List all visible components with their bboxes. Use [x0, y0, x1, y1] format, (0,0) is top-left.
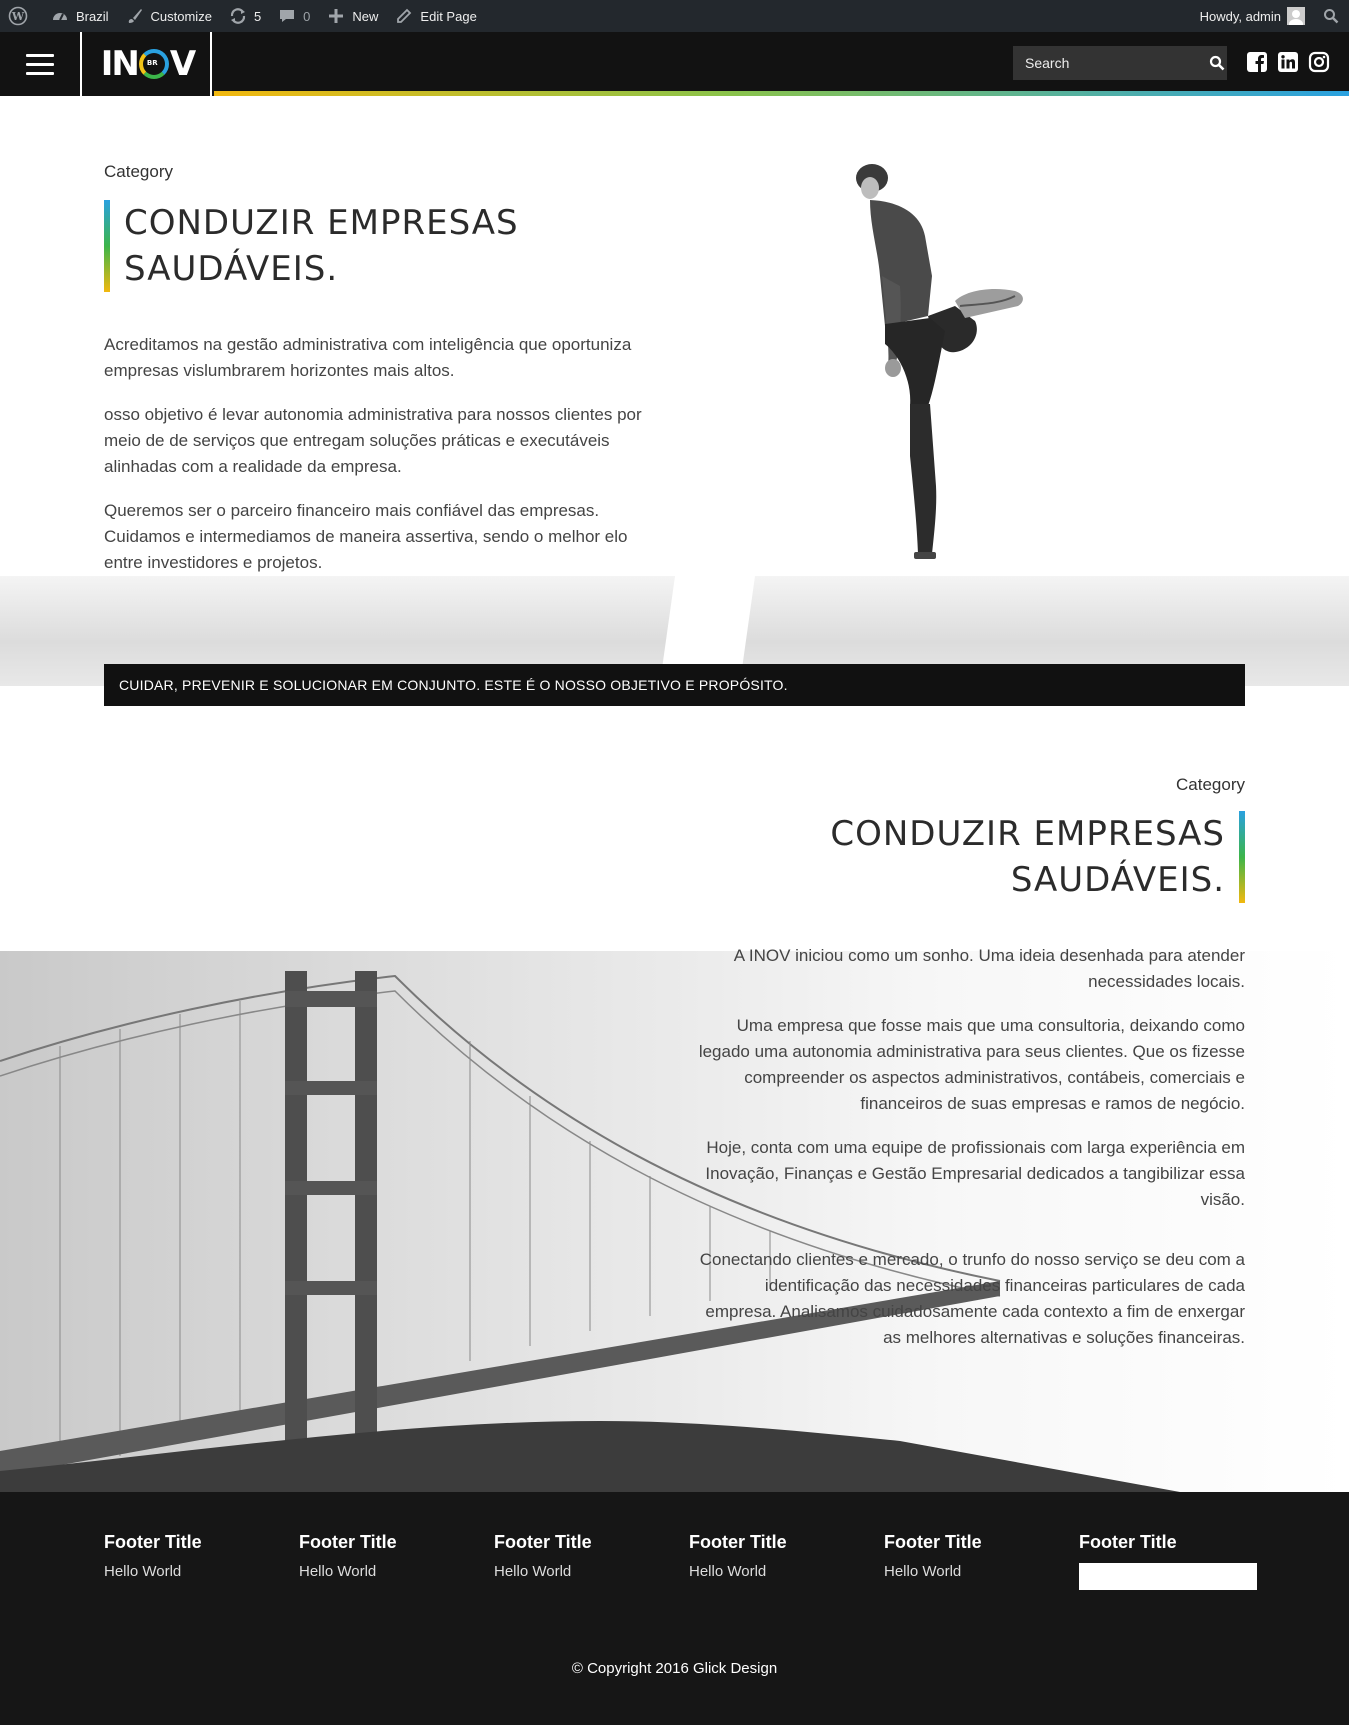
search-icon — [1209, 55, 1224, 71]
category-label: Category — [104, 162, 173, 181]
paragraph: Hoje, conta com uma equipe de profission… — [705, 1138, 1245, 1209]
hamburger-icon-line — [26, 62, 54, 66]
facebook-link[interactable] — [1245, 50, 1268, 73]
category-label: Category — [1176, 775, 1245, 794]
section-title: CONDUZIR EMPRESAS SAUDÁVEIS. — [690, 811, 1245, 903]
new-label: New — [352, 8, 379, 24]
instagram-icon — [1308, 51, 1329, 72]
paragraph: Queremos ser o parceiro financeiro mais … — [104, 501, 628, 572]
linkedin-icon — [1277, 51, 1298, 72]
title-line-1: CONDUZIR EMPRESAS — [830, 814, 1225, 854]
title-line-2: SAUDÁVEIS. — [1010, 860, 1225, 900]
footer-title: Footer Title — [104, 1532, 202, 1552]
paragraph: Conectando clientes e mercado, o trunfo … — [699, 1250, 1245, 1347]
paragraph: Uma empresa que fosse mais que uma consu… — [698, 1016, 1245, 1113]
new-content-menu[interactable]: New — [318, 0, 386, 32]
logo-wordmark: IN BR V — [100, 44, 196, 84]
logo-text-right: V — [169, 44, 196, 84]
hamburger-icon — [26, 53, 54, 57]
site-logo[interactable]: IN BR V — [85, 32, 212, 96]
comments-count: 0 — [303, 8, 311, 24]
menu-toggle-button[interactable] — [0, 32, 82, 96]
comments-link[interactable]: 0 — [269, 0, 318, 32]
search-input[interactable] — [1013, 46, 1206, 80]
footer-column: Footer Title Hello World — [299, 1532, 479, 1580]
search-icon — [1321, 6, 1341, 26]
edit-page-link[interactable]: Edit Page — [386, 0, 484, 32]
footer-column: Footer Title Hello World — [689, 1532, 869, 1580]
pencil-icon — [394, 6, 414, 26]
about-section-1: Category CONDUZIR EMPRESAS SAUDÁVEIS. Ac… — [0, 96, 1349, 686]
footer-title: Footer Title — [689, 1532, 787, 1552]
footer-column: Footer Title Hello World — [104, 1532, 284, 1580]
social-links — [1245, 50, 1330, 73]
paragraph: Acreditamos na gestão administrativa com… — [104, 335, 632, 380]
section-title: CONDUZIR EMPRESAS SAUDÁVEIS. — [104, 200, 664, 292]
about-section-2: Category CONDUZIR EMPRESAS SAUDÁVEIS. A … — [0, 706, 1349, 1492]
my-account-menu[interactable]: Howdy, admin — [1192, 0, 1313, 32]
avatar — [1287, 7, 1305, 25]
customize-link[interactable]: Customize — [117, 0, 220, 32]
dashboard-icon — [50, 6, 70, 26]
about-text-block-2: Category CONDUZIR EMPRESAS SAUDÁVEIS. A … — [690, 775, 1245, 1351]
updates-count: 5 — [253, 8, 262, 24]
footer-column: Footer Title Hello World — [884, 1532, 1064, 1580]
admin-bar: W Brazil Customize 5 0 New Edit Page How… — [0, 0, 1349, 32]
comment-icon — [277, 6, 297, 26]
logo-text-left: IN — [100, 44, 140, 84]
section-title-text: CONDUZIR EMPRESAS SAUDÁVEIS. — [690, 811, 1225, 903]
footer-title: Footer Title — [884, 1532, 982, 1552]
title-line-1: CONDUZIR EMPRESAS — [124, 203, 519, 243]
instagram-link[interactable] — [1307, 50, 1330, 73]
customize-label: Customize — [150, 8, 212, 24]
svg-text:W: W — [11, 10, 25, 23]
footer-link[interactable]: Hello World — [689, 1563, 869, 1580]
footer-link[interactable]: Hello World — [299, 1563, 479, 1580]
mission-banner: CUIDAR, PREVENIR E SOLUCIONAR EM CONJUNT… — [104, 664, 1245, 706]
paragraph: osso objetivo é levar autonomia administ… — [104, 405, 642, 476]
footer-title: Footer Title — [299, 1532, 397, 1552]
footer-link[interactable]: Hello World — [884, 1563, 1064, 1580]
edit-page-label: Edit Page — [420, 8, 477, 24]
footer-title: Footer Title — [494, 1532, 592, 1552]
search-button[interactable] — [1206, 46, 1227, 80]
hamburger-icon-line — [26, 71, 54, 75]
admin-search-toggle[interactable] — [1313, 0, 1349, 32]
footer-title: Footer Title — [1079, 1532, 1177, 1552]
brush-icon — [125, 6, 145, 26]
footer-input-field[interactable] — [1079, 1563, 1257, 1590]
updates-link[interactable]: 5 — [220, 0, 269, 32]
site-name-menu[interactable]: Brazil — [42, 0, 117, 32]
site-footer: Footer Title Hello World Footer Title He… — [0, 1492, 1349, 1725]
logo-ring-icon: BR — [138, 49, 169, 79]
title-accent-bar — [1239, 811, 1245, 903]
site-header: IN BR V — [0, 32, 1349, 96]
howdy-label: Howdy, admin — [1199, 8, 1281, 24]
site-name: Brazil — [76, 8, 109, 24]
title-line-2: SAUDÁVEIS. — [124, 249, 339, 289]
paragraph: A INOV iniciou como um sonho. Uma ideia … — [733, 946, 1245, 991]
stretching-man-image — [856, 164, 1023, 559]
copyright-text: © Copyright 2016 Glick Design — [571, 1660, 778, 1677]
search-form — [1013, 46, 1227, 80]
wordpress-icon: W — [8, 6, 28, 26]
about-text-block-1: Category CONDUZIR EMPRESAS SAUDÁVEIS. Ac… — [104, 162, 664, 576]
linkedin-link[interactable] — [1276, 50, 1299, 73]
footer-link[interactable]: Hello World — [494, 1563, 674, 1580]
title-accent-bar — [104, 200, 110, 292]
footer-column: Footer Title — [1079, 1532, 1259, 1590]
updates-icon — [228, 6, 248, 26]
facebook-icon — [1246, 51, 1267, 72]
section-title-text: CONDUZIR EMPRESAS SAUDÁVEIS. — [124, 200, 664, 292]
plus-icon — [326, 6, 346, 26]
footer-column: Footer Title Hello World — [494, 1532, 674, 1580]
wp-logo-menu[interactable]: W — [0, 0, 42, 32]
footer-link[interactable]: Hello World — [104, 1563, 284, 1580]
logo-text-small: BR — [146, 59, 158, 67]
